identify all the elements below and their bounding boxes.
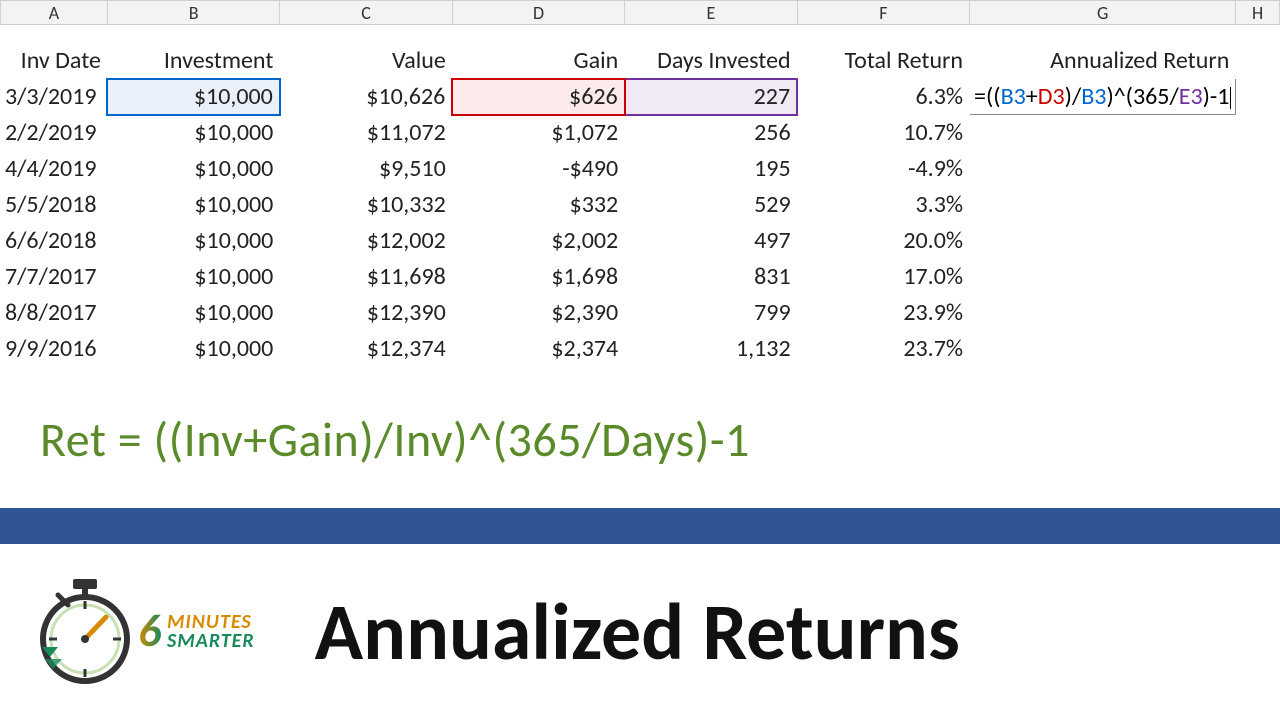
col-header-F[interactable]: F: [797, 1, 969, 25]
cell[interactable]: $10,000: [107, 151, 279, 187]
cell[interactable]: 799: [625, 295, 797, 331]
col-header-B[interactable]: B: [107, 1, 279, 25]
cell[interactable]: $10,000: [107, 331, 279, 367]
cell[interactable]: 10.7%: [797, 115, 969, 151]
cell[interactable]: $10,332: [280, 187, 452, 223]
cell[interactable]: 23.9%: [797, 295, 969, 331]
table-row[interactable]: 8/8/2017 $10,000 $12,390 $2,390 799 23.9…: [1, 295, 1280, 331]
formula-edit-cell[interactable]: =((B3+D3)/B3)^(365/E3)-1: [970, 79, 1236, 115]
col-header-E[interactable]: E: [625, 1, 797, 25]
header-inv-date: Inv Date: [1, 43, 108, 79]
col-header-A[interactable]: A: [1, 1, 108, 25]
cell[interactable]: $12,002: [280, 223, 452, 259]
cell[interactable]: $9,510: [280, 151, 452, 187]
table-row[interactable]: 7/7/2017 $10,000 $11,698 $1,698 831 17.0…: [1, 259, 1280, 295]
header-days: Days Invested: [625, 43, 797, 79]
header-total-return: Total Return: [797, 43, 969, 79]
table-row[interactable]: 3/3/2019 $10,000 $10,626 $626 227 6.3% =…: [1, 79, 1280, 115]
brand-logo: 6 MINUTES SMARTER: [40, 577, 255, 687]
cell[interactable]: $10,000: [107, 223, 279, 259]
cell[interactable]: $10,626: [280, 79, 452, 115]
formula-ref: B3: [1001, 82, 1026, 111]
cell[interactable]: 6.3%: [797, 79, 969, 115]
cell[interactable]: 497: [625, 223, 797, 259]
header-annualized: Annualized Return: [970, 43, 1236, 79]
cell[interactable]: 20.0%: [797, 223, 969, 259]
formula-overlay: Ret = ((Inv+Gain)/Inv)^(365/Days)-1: [40, 410, 750, 469]
formula-text: =((: [974, 82, 1001, 111]
col-header-C[interactable]: C: [280, 1, 452, 25]
logo-digit: 6: [138, 610, 161, 654]
cell[interactable]: $10,000: [107, 295, 279, 331]
cell-ref-b3[interactable]: $10,000: [107, 79, 279, 115]
cell-ref-d3[interactable]: $626: [452, 79, 624, 115]
cell[interactable]: 6/6/2018: [1, 223, 108, 259]
cell[interactable]: $11,072: [280, 115, 452, 151]
header-value: Value: [280, 43, 452, 79]
formula-text: )^(365/: [1106, 82, 1178, 111]
logo-word-2: SMARTER: [167, 632, 255, 651]
header-investment: Investment: [107, 43, 279, 79]
footer: 6 MINUTES SMARTER Annualized Returns: [0, 544, 1280, 720]
cell[interactable]: 529: [625, 187, 797, 223]
formula-ref: E3: [1179, 82, 1203, 111]
cell[interactable]: 4/4/2019: [1, 151, 108, 187]
cell[interactable]: $12,390: [280, 295, 452, 331]
cell[interactable]: 9/9/2016: [1, 331, 108, 367]
cell[interactable]: $2,390: [452, 295, 624, 331]
header-gain: Gain: [452, 43, 624, 79]
cell[interactable]: 831: [625, 259, 797, 295]
cell[interactable]: 195: [625, 151, 797, 187]
stopwatch-icon: [40, 577, 130, 687]
table-row[interactable]: 6/6/2018 $10,000 $12,002 $2,002 497 20.0…: [1, 223, 1280, 259]
cell[interactable]: $1,072: [452, 115, 624, 151]
cell[interactable]: $10,000: [107, 259, 279, 295]
cell-ref-e3[interactable]: 227: [625, 79, 797, 115]
table-row[interactable]: 9/9/2016 $10,000 $12,374 $2,374 1,132 23…: [1, 331, 1280, 367]
col-header-H[interactable]: H: [1236, 1, 1280, 25]
table-row[interactable]: 2/2/2019 $10,000 $11,072 $1,072 256 10.7…: [1, 115, 1280, 151]
spreadsheet-grid[interactable]: A B C D E F G H Inv Date Investment Valu…: [0, 0, 1280, 367]
cell[interactable]: -4.9%: [797, 151, 969, 187]
text-cursor-icon: [1230, 87, 1231, 109]
cell[interactable]: -$490: [452, 151, 624, 187]
header-row: Inv Date Investment Value Gain Days Inve…: [1, 43, 1280, 79]
cell[interactable]: $332: [452, 187, 624, 223]
cell[interactable]: 256: [625, 115, 797, 151]
cell[interactable]: 23.7%: [797, 331, 969, 367]
formula-text: +: [1026, 82, 1038, 111]
cell[interactable]: 17.0%: [797, 259, 969, 295]
cell[interactable]: 8/8/2017: [1, 295, 108, 331]
column-header-row[interactable]: A B C D E F G H: [1, 1, 1280, 25]
formula-ref: D3: [1038, 82, 1065, 111]
cell[interactable]: 1,132: [625, 331, 797, 367]
formula-text: )/: [1065, 82, 1082, 111]
table-row[interactable]: 4/4/2019 $10,000 $9,510 -$490 195 -4.9%: [1, 151, 1280, 187]
col-header-D[interactable]: D: [452, 1, 624, 25]
formula-ref: B3: [1081, 82, 1106, 111]
cell[interactable]: $2,374: [452, 331, 624, 367]
cell[interactable]: 7/7/2017: [1, 259, 108, 295]
cell[interactable]: $12,374: [280, 331, 452, 367]
cell[interactable]: $11,698: [280, 259, 452, 295]
divider-bar: [0, 508, 1280, 544]
table-row[interactable]: 5/5/2018 $10,000 $10,332 $332 529 3.3%: [1, 187, 1280, 223]
cell[interactable]: 2/2/2019: [1, 115, 108, 151]
cell[interactable]: 3/3/2019: [1, 79, 108, 115]
cell[interactable]: 3.3%: [797, 187, 969, 223]
formula-text: )-1: [1203, 82, 1230, 111]
cell[interactable]: $10,000: [107, 187, 279, 223]
cell[interactable]: $10,000: [107, 115, 279, 151]
cell[interactable]: $1,698: [452, 259, 624, 295]
slide-title: Annualized Returns: [315, 584, 960, 681]
col-header-G[interactable]: G: [970, 1, 1236, 25]
cell[interactable]: 5/5/2018: [1, 187, 108, 223]
cell[interactable]: $2,002: [452, 223, 624, 259]
